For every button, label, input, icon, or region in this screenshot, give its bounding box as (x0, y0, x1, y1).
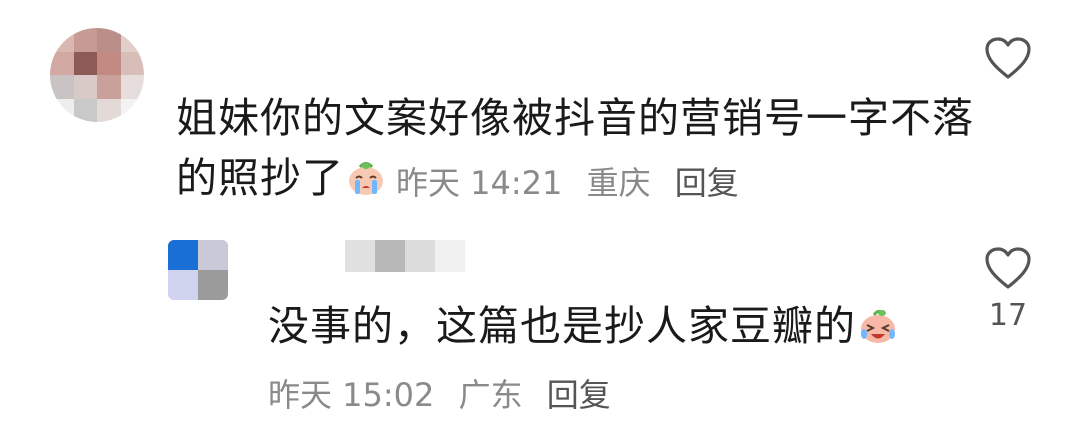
reply-text: 没事的，这篇也是抄人家豆瓣的 (268, 302, 856, 350)
heart-outline-icon (985, 37, 1031, 79)
avatar-mosaic-cell (97, 51, 121, 75)
avatar-mosaic-cell (120, 28, 144, 52)
avatar-mosaic-cell (50, 98, 74, 122)
username-mosaic-cell (345, 240, 375, 272)
laughing-crying-emoji (861, 309, 895, 343)
comment-text-line1: 姐妹你的文案好像被抖音的营销号一字不落 (176, 94, 974, 142)
comment-meta: 昨天 14:21 重庆 回复 (396, 158, 753, 204)
avatar[interactable] (50, 28, 144, 122)
comment-text-line2: 的照抄了 (176, 154, 344, 202)
like-count: 17 (988, 298, 1028, 333)
comment-text: 没事的，这篇也是抄人家豆瓣的 (268, 298, 898, 354)
username-mosaic-cell (375, 240, 405, 272)
comment-meta: 昨天 15:02 广东 回复 (268, 370, 625, 416)
avatar-mosaic-cell (168, 270, 198, 300)
reply-button[interactable]: 回复 (675, 164, 739, 202)
avatar-mosaic-cell (198, 270, 228, 300)
comment-time: 昨天 14:21 (396, 164, 563, 202)
username-mosaic[interactable] (345, 240, 465, 272)
username-mosaic-cell (435, 240, 465, 272)
avatar-mosaic-cell (97, 28, 121, 52)
avatar-mosaic-cell (73, 51, 97, 75)
avatar-mosaic-cell (97, 75, 121, 99)
comment-text: 姐妹你的文案好像被抖音的营销号一字不落 (176, 90, 974, 146)
avatar-mosaic-cell (168, 240, 198, 270)
like-button[interactable] (978, 36, 1038, 80)
avatar-mosaic-cell (120, 75, 144, 99)
avatar-mosaic-cell (97, 98, 121, 122)
avatar-mosaic-cell (73, 75, 97, 99)
comment-time: 昨天 15:02 (268, 376, 435, 414)
heart-outline-icon (985, 247, 1031, 289)
comment-thread: 姐妹你的文案好像被抖音的营销号一字不落 的照抄了 昨天 14:21 重庆 回复 (0, 0, 1080, 440)
reply-button[interactable]: 回复 (547, 376, 611, 414)
avatar-mosaic-cell (73, 98, 97, 122)
comment-location: 广东 (458, 376, 523, 414)
avatar-mosaic-cell (198, 240, 228, 270)
avatar-mosaic-cell (50, 75, 74, 99)
avatar-mosaic-cell (73, 28, 97, 52)
like-button[interactable]: 17 (978, 246, 1038, 333)
avatar-mosaic-cell (50, 28, 74, 52)
username-mosaic-cell (405, 240, 435, 272)
crying-face-emoji (349, 162, 383, 195)
avatar-mosaic-cell (120, 98, 144, 122)
comment-text-continued: 的照抄了 (176, 150, 386, 206)
comment-location: 重庆 (586, 164, 651, 202)
avatar[interactable] (168, 240, 228, 300)
avatar-mosaic-cell (120, 51, 144, 75)
avatar-mosaic-cell (50, 51, 74, 75)
